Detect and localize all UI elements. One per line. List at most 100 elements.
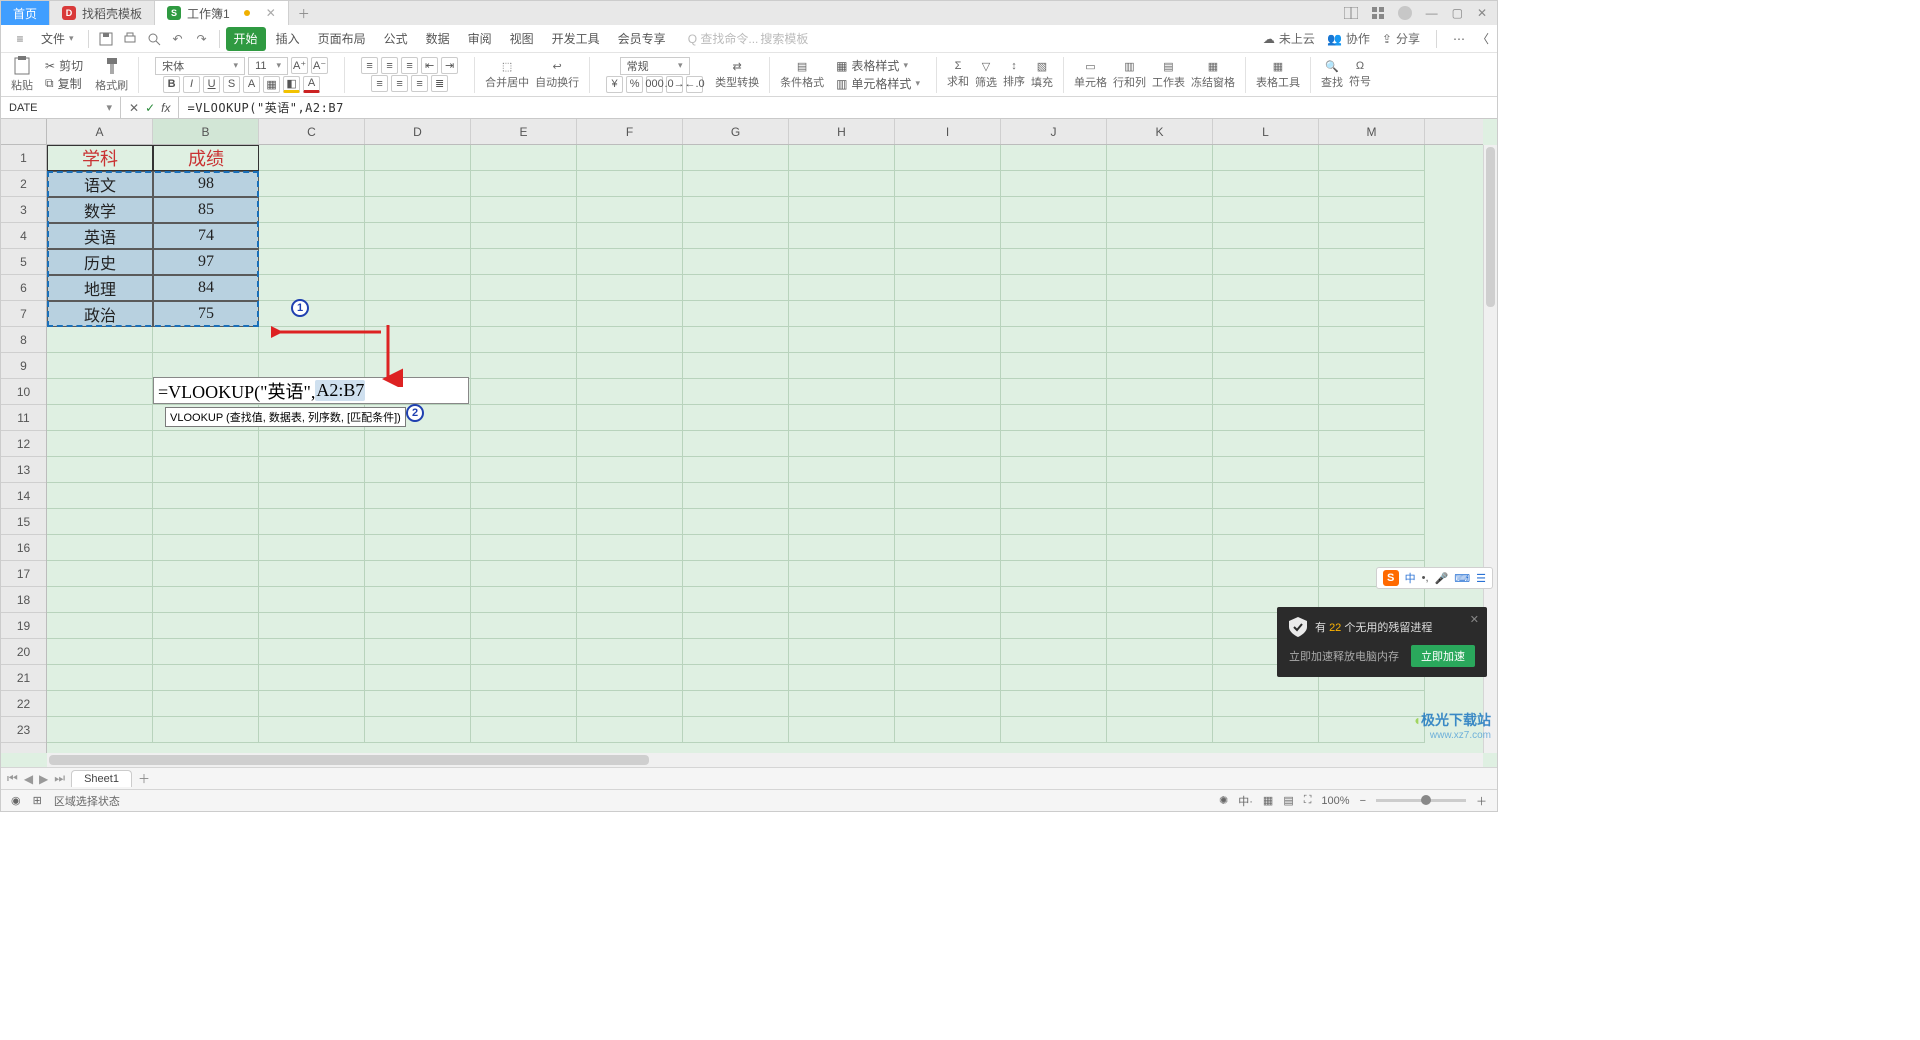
cell[interactable]: [577, 665, 683, 691]
cell[interactable]: [895, 171, 1001, 197]
cell[interactable]: [153, 665, 259, 691]
sheet-nav-icon[interactable]: ⊞: [33, 794, 42, 807]
cell[interactable]: 地理: [47, 275, 153, 301]
font-color-button[interactable]: A: [303, 76, 320, 93]
sort-button[interactable]: ↕排序: [1003, 60, 1025, 89]
cell[interactable]: [789, 665, 895, 691]
align-middle-icon[interactable]: ≡: [381, 57, 398, 74]
cell[interactable]: [577, 561, 683, 587]
cell[interactable]: [1001, 691, 1107, 717]
cell[interactable]: [1107, 561, 1213, 587]
cell[interactable]: [789, 509, 895, 535]
cell[interactable]: [365, 691, 471, 717]
cell[interactable]: [259, 223, 365, 249]
cell[interactable]: [577, 613, 683, 639]
font-size[interactable]: 11▾: [248, 57, 288, 75]
ime-keyboard-icon[interactable]: ⌨: [1454, 572, 1470, 585]
cell[interactable]: [1107, 197, 1213, 223]
cell[interactable]: [895, 301, 1001, 327]
close-tab-icon[interactable]: ✕: [266, 6, 276, 20]
align-right-icon[interactable]: ≡: [411, 75, 428, 92]
cell[interactable]: [1213, 535, 1319, 561]
cell[interactable]: [1319, 223, 1425, 249]
cell[interactable]: [1319, 535, 1425, 561]
cell[interactable]: [1213, 691, 1319, 717]
record-macro-icon[interactable]: ◉: [11, 794, 21, 807]
row-19[interactable]: 19: [1, 613, 46, 639]
cell[interactable]: [1001, 483, 1107, 509]
cell[interactable]: [471, 587, 577, 613]
cell[interactable]: [365, 197, 471, 223]
table-style-button[interactable]: ▦表格样式▾: [836, 57, 908, 74]
collapse-ribbon-icon[interactable]: 〈: [1477, 30, 1489, 47]
user-avatar-icon[interactable]: [1398, 6, 1412, 20]
bold-button[interactable]: B: [163, 76, 180, 93]
cell[interactable]: [789, 353, 895, 379]
cell[interactable]: [1107, 639, 1213, 665]
type-convert-button[interactable]: ⇄类型转换: [715, 60, 759, 90]
cell[interactable]: [365, 561, 471, 587]
ime-toolbar[interactable]: S 中 •, 🎤 ⌨ ☰: [1376, 567, 1493, 589]
row-6[interactable]: 6: [1, 275, 46, 301]
cell[interactable]: [1319, 431, 1425, 457]
cell[interactable]: [1319, 483, 1425, 509]
cell[interactable]: [153, 509, 259, 535]
filter-button[interactable]: ▽筛选: [975, 60, 997, 90]
cell[interactable]: [683, 665, 789, 691]
cell[interactable]: [471, 145, 577, 171]
cell[interactable]: [259, 197, 365, 223]
cell[interactable]: [683, 405, 789, 431]
cell[interactable]: [789, 379, 895, 405]
cell[interactable]: [365, 275, 471, 301]
sheet-tab[interactable]: Sheet1: [71, 770, 132, 787]
cell[interactable]: [577, 275, 683, 301]
cell[interactable]: [789, 249, 895, 275]
view-normal-icon[interactable]: ▦: [1263, 794, 1273, 807]
cell[interactable]: [1319, 405, 1425, 431]
cell[interactable]: [577, 353, 683, 379]
cell[interactable]: [683, 691, 789, 717]
cell[interactable]: [259, 301, 365, 327]
cell[interactable]: [1001, 405, 1107, 431]
dec-inc-icon[interactable]: .0→: [666, 76, 683, 93]
cell[interactable]: [1319, 457, 1425, 483]
layout-icon[interactable]: [1344, 7, 1358, 19]
cell[interactable]: [1107, 353, 1213, 379]
cell[interactable]: [683, 223, 789, 249]
cell[interactable]: [1001, 587, 1107, 613]
cell[interactable]: [789, 639, 895, 665]
cell[interactable]: [789, 301, 895, 327]
cell[interactable]: [1107, 405, 1213, 431]
row-2[interactable]: 2: [1, 171, 46, 197]
align-left-icon[interactable]: ≡: [371, 75, 388, 92]
col-M[interactable]: M: [1319, 119, 1425, 144]
row-12[interactable]: 12: [1, 431, 46, 457]
cell[interactable]: 英语: [47, 223, 153, 249]
cell[interactable]: [47, 509, 153, 535]
cell[interactable]: [259, 145, 365, 171]
commit-edit-icon[interactable]: ✓: [145, 101, 155, 115]
percent-icon[interactable]: %: [626, 76, 643, 93]
cell[interactable]: [789, 717, 895, 743]
cell[interactable]: [1001, 665, 1107, 691]
cell[interactable]: [1107, 613, 1213, 639]
cell[interactable]: 74: [153, 223, 259, 249]
last-sheet-icon[interactable]: ⏭: [54, 771, 65, 786]
cell[interactable]: [789, 613, 895, 639]
cell[interactable]: [789, 327, 895, 353]
row-3[interactable]: 3: [1, 197, 46, 223]
cell[interactable]: [259, 249, 365, 275]
cell[interactable]: [1213, 431, 1319, 457]
cell[interactable]: [895, 275, 1001, 301]
row-14[interactable]: 14: [1, 483, 46, 509]
hamburger-icon[interactable]: ≡: [9, 28, 31, 50]
cell[interactable]: [1001, 249, 1107, 275]
cell[interactable]: [577, 509, 683, 535]
cell[interactable]: [365, 613, 471, 639]
cell[interactable]: 学科: [47, 145, 153, 171]
cell[interactable]: [1319, 327, 1425, 353]
cancel-edit-icon[interactable]: ✕: [129, 101, 139, 115]
cell[interactable]: [259, 639, 365, 665]
cell[interactable]: [47, 665, 153, 691]
file-menu[interactable]: 文件▾: [33, 30, 82, 47]
